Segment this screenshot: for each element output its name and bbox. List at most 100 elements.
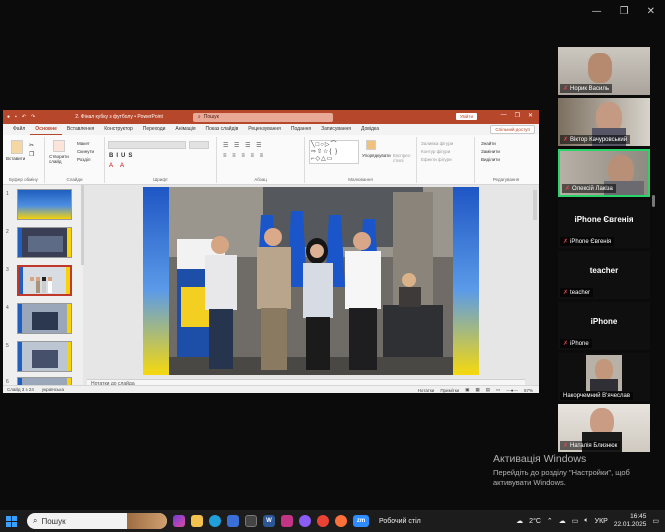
maximize-icon[interactable]: ❐: [620, 6, 629, 17]
volume-icon[interactable]: 🔈︎: [584, 517, 588, 525]
undo-icon[interactable]: ↶: [22, 114, 26, 120]
participant-tile[interactable]: Накорчемний В'ячеслав: [558, 353, 650, 401]
tray-chevron-icon[interactable]: ⌃: [547, 517, 553, 525]
new-slide-icon[interactable]: [53, 140, 65, 152]
new-slide-button[interactable]: Створити слайд: [49, 154, 73, 164]
paste-button[interactable]: Вставити: [6, 156, 25, 161]
select-button[interactable]: Виділити: [481, 157, 500, 162]
layout-button[interactable]: Макет: [77, 141, 90, 146]
zoom-icon[interactable]: zm: [353, 515, 369, 527]
font-color-icon[interactable]: A A: [109, 163, 127, 169]
media-player-icon[interactable]: [281, 515, 293, 527]
zoom-level[interactable]: 67%: [524, 388, 533, 393]
clock[interactable]: 16:45 22.01.2025: [614, 513, 647, 529]
ribbon-tab[interactable]: Записування: [316, 124, 356, 135]
weather-icon[interactable]: ☁: [516, 517, 523, 525]
ribbon-tab[interactable]: Рецензування: [243, 124, 286, 135]
shape-effects-button[interactable]: Ефекти фігури: [421, 157, 452, 162]
pp-minimize-icon[interactable]: —: [501, 112, 507, 119]
chrome-icon[interactable]: [317, 515, 329, 527]
copilot-icon[interactable]: [173, 515, 185, 527]
share-button[interactable]: Спільний доступ: [490, 125, 535, 134]
normal-view-icon[interactable]: ▣: [465, 387, 469, 393]
powerpoint-search[interactable]: ⌕ Пошук: [192, 112, 333, 122]
notes-button[interactable]: Нотатки: [418, 388, 435, 393]
list-icons[interactable]: ☰ ☰ ☰ ☰: [223, 142, 264, 149]
paste-icon[interactable]: [11, 140, 23, 154]
ribbon-tab[interactable]: Файл: [8, 124, 30, 135]
weather-temp[interactable]: 2°C: [529, 518, 541, 525]
app-icon[interactable]: [245, 515, 257, 527]
participant-tile[interactable]: ✗ Норик Василь: [558, 47, 650, 95]
slide-thumb-5[interactable]: [17, 341, 72, 372]
onedrive-icon[interactable]: ☁: [559, 517, 566, 525]
slide-thumb-1[interactable]: [17, 189, 72, 220]
shape-fill-button[interactable]: Заливка фігури: [421, 141, 453, 146]
ribbon-tab[interactable]: Конструктор: [99, 124, 138, 135]
shape-outline-button[interactable]: Контур фігури: [421, 149, 450, 154]
slide-thumb-2[interactable]: [17, 227, 72, 258]
pp-close-icon[interactable]: ✕: [528, 112, 533, 119]
sorter-view-icon[interactable]: ▦: [475, 387, 479, 393]
copy-icon[interactable]: ❐: [29, 151, 34, 158]
pp-maximize-icon[interactable]: ❐: [515, 112, 520, 119]
file-explorer-icon[interactable]: [191, 515, 203, 527]
arrange-button[interactable]: Упорядкувати: [362, 153, 391, 158]
redo-icon[interactable]: ↷: [31, 114, 35, 120]
desktop-label[interactable]: Робочий стіл: [379, 518, 421, 525]
ribbon-tab[interactable]: Довідка: [356, 124, 384, 135]
edge-icon[interactable]: [209, 515, 221, 527]
comments-button[interactable]: Примітки: [440, 388, 459, 393]
participant-tile[interactable]: ✗ Віктор Качуровський: [558, 98, 650, 146]
system-tray: ☁ 2°C ⌃ ☁ ▭ 🔈︎ УКР 16:45 22.01.2025 ▭: [516, 510, 659, 532]
close-icon[interactable]: ✕: [647, 6, 655, 17]
font-size-select[interactable]: [189, 141, 209, 149]
language-indicator[interactable]: УКР: [595, 518, 608, 525]
search-icon: ⌕: [33, 516, 38, 525]
participant-tile[interactable]: teacher ✗ teacher: [558, 251, 650, 299]
store-icon[interactable]: [227, 515, 239, 527]
autosave-icon[interactable]: ●: [7, 114, 10, 120]
cut-icon[interactable]: ✂: [29, 142, 34, 149]
minimize-icon[interactable]: —: [592, 6, 602, 17]
network-icon[interactable]: ▭: [572, 517, 579, 525]
ribbon-tab[interactable]: Подання: [286, 124, 316, 135]
language-status[interactable]: українська: [42, 387, 64, 392]
reading-view-icon[interactable]: ▤: [486, 387, 490, 393]
participant-tile[interactable]: iPhone ✗ iPhone: [558, 302, 650, 350]
find-button[interactable]: Знайти: [481, 141, 496, 146]
reset-button[interactable]: Скинути: [77, 149, 94, 154]
section-button[interactable]: Розділ: [77, 157, 90, 162]
font-style-buttons[interactable]: BIUS: [109, 153, 135, 159]
notifications-icon[interactable]: ▭: [652, 517, 659, 525]
sign-in-button[interactable]: Увійти: [455, 113, 477, 120]
participant-tile[interactable]: iPhone Євгенія ✗ iPhone Євгенія: [558, 200, 650, 248]
ribbon-tab[interactable]: Анімація: [170, 124, 200, 135]
taskbar-search[interactable]: ⌕ Пошук: [27, 513, 167, 529]
slide-thumb-4[interactable]: [17, 303, 72, 334]
word-icon[interactable]: W: [263, 515, 275, 527]
ribbon-tab[interactable]: Показ слайдів: [201, 124, 244, 135]
slide-scrollbar[interactable]: [533, 190, 537, 220]
quick-styles-button[interactable]: Експрес-стилі: [393, 153, 415, 163]
save-icon[interactable]: ▪: [15, 114, 17, 120]
slide-thumb-3[interactable]: [17, 265, 72, 296]
participant-tile[interactable]: ✗ Наталія Близнюк: [558, 404, 650, 452]
mic-muted-icon: ✗: [563, 238, 569, 245]
replace-button[interactable]: Замінити: [481, 149, 500, 154]
ribbon-tab[interactable]: Основне: [30, 124, 62, 135]
thumbnails-scrollbar[interactable]: [81, 185, 84, 265]
firefox-icon[interactable]: [335, 515, 347, 527]
align-icons[interactable]: ≡ ≡ ≡ ≡ ≡: [223, 153, 265, 159]
arrange-icon[interactable]: [366, 140, 376, 150]
participants-scrollbar[interactable]: [652, 195, 655, 207]
ribbon-tab[interactable]: Вставлення: [62, 124, 99, 135]
clock-date: 22.01.2025: [613, 521, 647, 528]
windows-start-icon[interactable]: [6, 515, 17, 527]
slideshow-icon[interactable]: ▭: [496, 387, 500, 393]
zoom-slider[interactable]: —●—: [506, 388, 518, 393]
viber-icon[interactable]: [299, 515, 311, 527]
participant-tile-active[interactable]: ✗ Олексій Лакіза: [558, 149, 650, 197]
font-name-select[interactable]: [108, 141, 186, 149]
ribbon-tab[interactable]: Переходи: [138, 124, 171, 135]
